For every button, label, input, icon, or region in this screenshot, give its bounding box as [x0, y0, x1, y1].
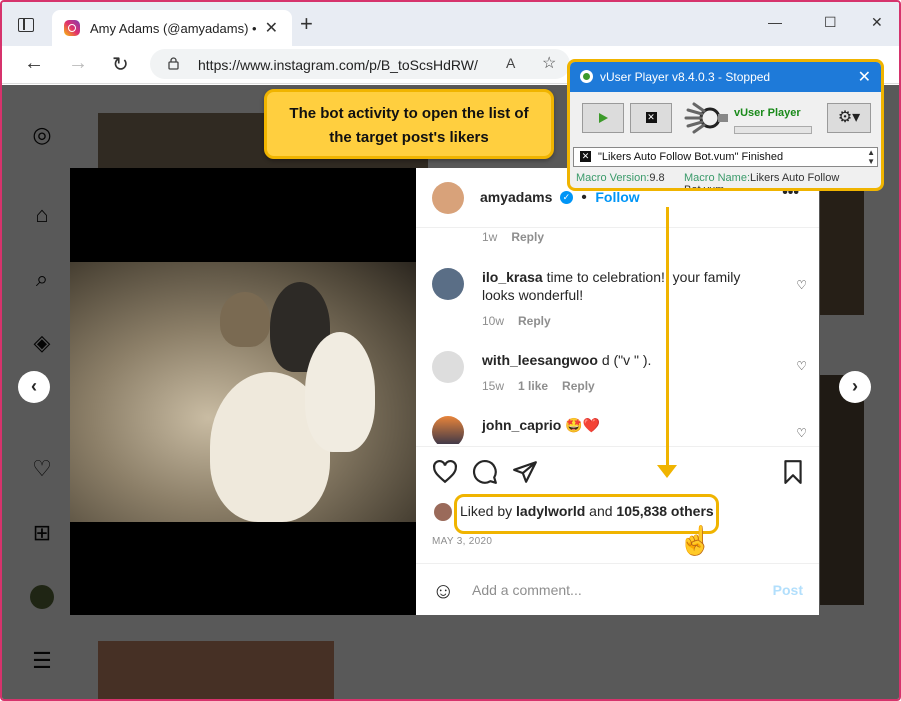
commenter-username[interactable]: with_leesangwoo — [482, 352, 598, 368]
comment-text: d ("v " ). — [601, 352, 652, 368]
next-post-button[interactable]: › — [839, 371, 871, 403]
annotation-callout: The bot activity to open the list of the… — [264, 89, 554, 159]
address-bar[interactable]: https://www.instagram.com/p/B_toScsHdRW/… — [150, 49, 570, 79]
play-button[interactable] — [582, 103, 624, 133]
vuser-close-button[interactable]: ✕ — [858, 67, 871, 87]
maximize-button[interactable]: ☐ — [824, 14, 837, 31]
share-send-icon[interactable] — [512, 459, 538, 485]
minimize-button[interactable]: — — [768, 14, 782, 30]
reply-button[interactable]: Reply — [562, 379, 595, 393]
comment-likes[interactable]: 1 like — [518, 379, 548, 393]
comment-bubble-icon[interactable] — [472, 459, 498, 485]
commenter-avatar[interactable] — [432, 268, 464, 300]
author-avatar[interactable] — [432, 182, 464, 214]
emoji-icon[interactable]: ☺ — [432, 578, 454, 604]
browser-tab[interactable]: Amy Adams (@amyadams) • Inst ✕ — [52, 10, 292, 46]
comment-time: 1w — [482, 230, 498, 244]
commenter-avatar[interactable] — [432, 351, 464, 383]
comment-time: 10w — [482, 314, 505, 328]
comment-text: 🤩❤️ — [565, 417, 601, 433]
macro-name: Macro Name:Likers Auto Follow Bot.vum — [684, 172, 840, 191]
post-actions — [416, 446, 819, 496]
separator-dot: • — [581, 189, 587, 206]
comment-item: john_caprio 🤩❤️ ♡ — [432, 416, 807, 444]
save-bookmark-icon[interactable] — [780, 459, 806, 485]
vuser-player-window: vUser Player v8.4.0.3 - Stopped ✕ ✕ vUse… — [567, 59, 884, 191]
comment-item: ilo_krasa time to celebration!! your fam… — [432, 268, 807, 328]
click-hand-icon: ☝ — [678, 525, 713, 556]
tab-title: Amy Adams (@amyadams) • Inst — [90, 21, 260, 36]
verified-badge-icon: ✓ — [559, 191, 573, 205]
instagram-favicon-icon — [64, 20, 80, 36]
sidebar-toggle-icon[interactable] — [18, 18, 34, 32]
macro-status-field: ✕ "Likers Auto Follow Bot.vum" Finished … — [573, 147, 878, 167]
callout-line-1: The bot activity to open the list of — [289, 105, 529, 122]
commenter-avatar[interactable] — [432, 416, 464, 444]
play-icon — [599, 112, 608, 123]
photo-head-shape — [220, 292, 270, 347]
macro-progress-bar — [734, 126, 812, 134]
comment-item: 1w Reply — [432, 228, 807, 258]
macro-version: Macro Version:9.8 — [576, 172, 665, 184]
follow-button[interactable]: Follow — [595, 189, 639, 205]
reply-button[interactable]: Reply — [518, 314, 551, 328]
comment-like-icon[interactable]: ♡ — [796, 426, 807, 440]
comment-like-icon[interactable]: ♡ — [796, 359, 807, 373]
post-panel: amyadams ✓ • Follow ••• 1w Reply ilo_kras… — [416, 168, 819, 615]
vuser-logo-icon — [580, 70, 593, 83]
add-comment-bar: ☺ Add a comment... Post — [416, 563, 819, 615]
annotation-arrow-line — [666, 207, 669, 465]
browser-window: Amy Adams (@amyadams) • Inst ✕ + — ☐ ✕ ←… — [0, 0, 901, 701]
comment-like-icon[interactable]: ♡ — [796, 278, 807, 292]
reply-button[interactable]: Reply — [511, 230, 544, 244]
photo-child-shape — [305, 332, 375, 452]
annotation-arrow-head — [657, 465, 677, 478]
status-stopped-icon: ✕ — [580, 151, 591, 162]
callout-line-2: the target post's likers — [329, 129, 489, 146]
vuser-titlebar: vUser Player v8.4.0.3 - Stopped ✕ — [570, 62, 881, 92]
vuser-robot-hand-icon — [684, 102, 728, 134]
forward-button[interactable]: → — [68, 52, 88, 75]
comment-time: 15w — [482, 379, 505, 393]
post-photo — [70, 262, 416, 522]
like-heart-icon[interactable] — [432, 459, 458, 485]
comment-input[interactable]: Add a comment... — [472, 582, 582, 598]
vuser-title: vUser Player v8.4.0.3 - Stopped — [600, 70, 771, 84]
macro-status-text: "Likers Auto Follow Bot.vum" Finished — [598, 151, 784, 163]
url-text: https://www.instagram.com/p/B_toScsHdRW/ — [198, 57, 478, 73]
vuser-brand: vUser Player — [734, 107, 801, 119]
favorite-star-icon[interactable]: ☆ — [542, 53, 556, 73]
tab-bar: Amy Adams (@amyadams) • Inst ✕ + — ☐ ✕ — [2, 2, 899, 46]
author-username[interactable]: amyadams — [480, 189, 552, 205]
gear-icon: ⚙▾ — [837, 109, 861, 126]
stop-button[interactable]: ✕ — [630, 103, 672, 133]
post-media — [70, 168, 416, 615]
new-tab-button[interactable]: + — [300, 13, 313, 35]
status-scroll-spinner[interactable]: ▲ ▼ — [867, 148, 875, 166]
post-comment-button[interactable]: Post — [773, 582, 803, 598]
tab-close-icon[interactable]: ✕ — [265, 18, 278, 38]
refresh-button[interactable]: ↻ — [112, 52, 129, 77]
settings-button[interactable]: ⚙▾ — [827, 103, 871, 133]
close-window-button[interactable]: ✕ — [871, 14, 883, 31]
lock-icon — [168, 57, 179, 70]
commenter-username[interactable]: john_caprio — [482, 417, 561, 433]
commenter-username[interactable]: ilo_krasa — [482, 269, 543, 285]
read-aloud-icon[interactable]: A — [506, 55, 515, 71]
post-date: MAY 3, 2020 — [432, 536, 493, 547]
comment-item: with_leesangwoo d ("v " ). 15w 1 like Repl… — [432, 351, 807, 393]
previous-post-button[interactable]: ‹ — [18, 371, 50, 403]
back-button[interactable]: ← — [24, 52, 44, 75]
liker-avatar[interactable] — [434, 503, 452, 521]
stop-icon: ✕ — [645, 112, 657, 124]
